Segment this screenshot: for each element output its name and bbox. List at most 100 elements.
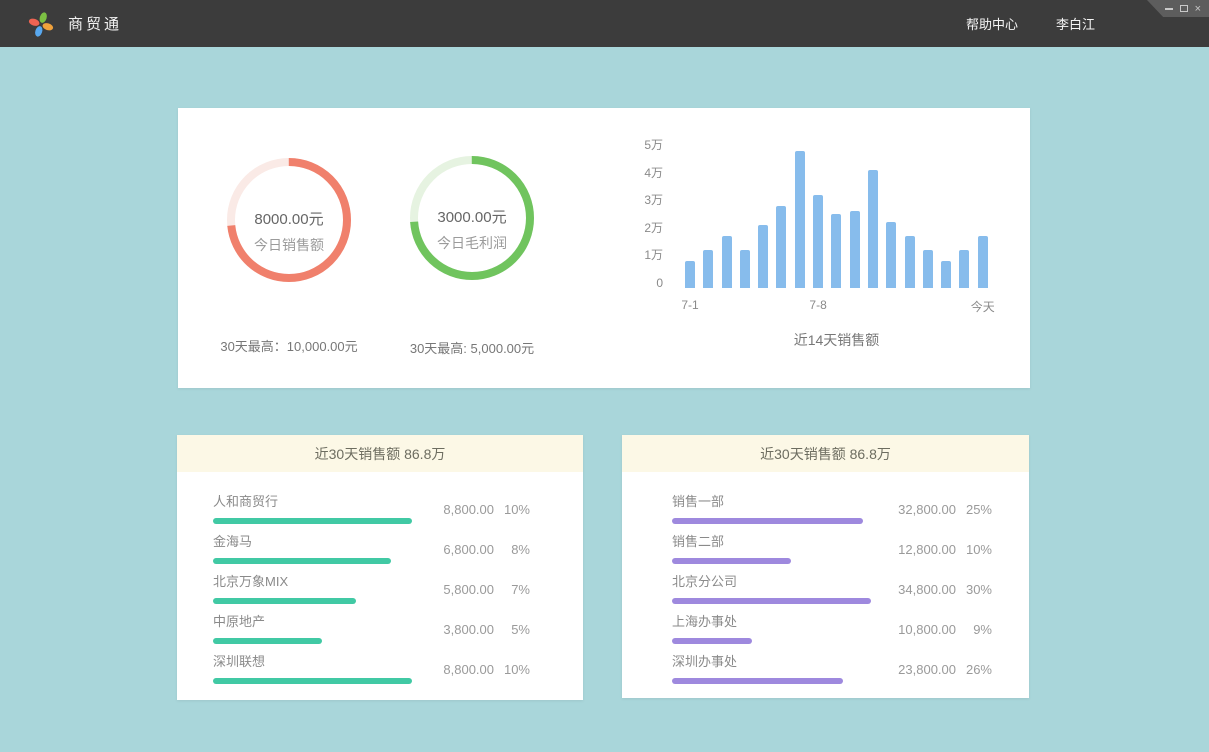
today-profit-value: 3000.00元	[410, 206, 534, 227]
rank-item-bar	[672, 678, 843, 684]
rank-item-values: 34,800.0030%	[884, 582, 992, 597]
rank-item-percent: 9%	[956, 622, 992, 637]
rank-item-amount: 3,800.00	[422, 622, 494, 637]
rank-item-values: 23,800.0026%	[884, 662, 992, 677]
rank-row: 金海马6,800.008%	[213, 530, 583, 570]
today-sales-label: 今日销售额	[227, 235, 351, 255]
rank-item-amount: 8,800.00	[422, 502, 494, 517]
profit-30d-max: 30天最高: 5,000.00元	[410, 338, 534, 357]
titlebar: 商贸通 帮助中心 李白江 ×	[0, 0, 1209, 47]
rank-item-percent: 30%	[956, 582, 992, 597]
rank-item-percent: 5%	[494, 622, 530, 637]
rank-item-amount: 6,800.00	[422, 542, 494, 557]
summary-card: 8000.00元 今日销售额 30天最高：10,000.00元 3000.00元…	[178, 108, 1030, 388]
rank-item-bar	[213, 638, 322, 644]
daily-sales-bar	[941, 261, 951, 288]
daily-sales-bar	[685, 261, 695, 288]
rank-item-bar	[672, 598, 871, 604]
x-axis-label: 7-8	[809, 298, 826, 312]
rank-item-bar	[213, 518, 412, 524]
sales-30d-max: 30天最高：10,000.00元	[220, 336, 357, 355]
daily-sales-bar	[978, 236, 988, 288]
app-logo-pinwheel-icon	[28, 10, 54, 38]
daily-sales-bar	[959, 250, 969, 288]
rank-row: 深圳联想8,800.0010%	[213, 650, 583, 690]
rank-item-percent: 7%	[494, 582, 530, 597]
rank-row: 深圳办事处23,800.0026%	[672, 650, 1029, 690]
rank-body-left: 人和商贸行8,800.0010%金海马6,800.008%北京万象MIX5,80…	[177, 472, 583, 690]
bar-chart-xaxis: 7-17-8今天	[685, 298, 988, 314]
rank-item-values: 3,800.005%	[422, 622, 530, 637]
daily-sales-bar	[776, 206, 786, 288]
x-axis-label: 今天	[971, 298, 995, 315]
rank-item-bar	[672, 518, 863, 524]
rank-item-percent: 8%	[494, 542, 530, 557]
rank-item-bar	[672, 558, 791, 564]
rank-item-bar	[213, 678, 412, 684]
department-sales-card-title: 近30天销售额 86.8万	[622, 435, 1029, 472]
rank-item-values: 6,800.008%	[422, 542, 530, 557]
rank-item-values: 8,800.0010%	[422, 502, 530, 517]
x-axis-label: 7-1	[681, 298, 698, 312]
daily-sales-bar	[868, 170, 878, 288]
y-axis-tick: 3万	[618, 194, 663, 206]
customer-sales-card: 近30天销售额 86.8万 人和商贸行8,800.0010%金海马6,800.0…	[177, 435, 583, 700]
rank-row: 销售二部12,800.0010%	[672, 530, 1029, 570]
rank-item-amount: 23,800.00	[884, 662, 956, 677]
bar-chart-title: 近14天销售额	[685, 330, 988, 350]
rank-item-amount: 10,800.00	[884, 622, 956, 637]
maximize-icon[interactable]	[1180, 5, 1188, 12]
daily-sales-bar	[813, 195, 823, 288]
today-sales-value: 8000.00元	[227, 208, 351, 229]
daily-sales-bar	[905, 236, 915, 288]
rank-item-values: 12,800.0010%	[884, 542, 992, 557]
y-axis-tick: 1万	[618, 249, 663, 261]
daily-sales-bar	[923, 250, 933, 288]
close-icon[interactable]: ×	[1195, 4, 1201, 14]
app-title: 商贸通	[68, 13, 122, 34]
rank-row: 人和商贸行8,800.0010%	[213, 490, 583, 530]
daily-sales-bar	[722, 236, 732, 288]
today-profit-label: 今日毛利润	[410, 233, 534, 253]
rank-row: 北京万象MIX5,800.007%	[213, 570, 583, 610]
rank-item-percent: 10%	[956, 542, 992, 557]
rank-row: 中原地产3,800.005%	[213, 610, 583, 650]
daily-sales-bar	[850, 211, 860, 288]
y-axis-tick: 2万	[618, 222, 663, 234]
rank-item-percent: 10%	[494, 662, 530, 677]
daily-sales-bar	[703, 250, 713, 288]
rank-row: 上海办事处10,800.009%	[672, 610, 1029, 650]
bar-chart-yaxis: 5万 4万 3万 2万 1万 0	[618, 108, 663, 308]
bar-chart-bars	[685, 143, 988, 288]
y-axis-tick: 4万	[618, 167, 663, 179]
rank-item-values: 32,800.0025%	[884, 502, 992, 517]
rank-item-amount: 32,800.00	[884, 502, 956, 517]
rank-item-amount: 34,800.00	[884, 582, 956, 597]
rank-item-bar	[672, 638, 752, 644]
daily-sales-bar	[795, 151, 805, 288]
rank-row: 北京分公司34,800.0030%	[672, 570, 1029, 610]
rank-item-bar	[213, 598, 356, 604]
rank-row: 销售一部32,800.0025%	[672, 490, 1029, 530]
minimize-icon[interactable]	[1165, 8, 1173, 10]
y-axis-tick: 5万	[618, 139, 663, 151]
customer-sales-card-title: 近30天销售额 86.8万	[177, 435, 583, 472]
daily-sales-bar	[758, 225, 768, 288]
rank-item-values: 10,800.009%	[884, 622, 992, 637]
rank-item-amount: 8,800.00	[422, 662, 494, 677]
department-sales-card: 近30天销售额 86.8万 销售一部32,800.0025%销售二部12,800…	[622, 435, 1029, 698]
rank-item-percent: 10%	[494, 502, 530, 517]
daily-sales-bar	[831, 214, 841, 288]
rank-item-percent: 25%	[956, 502, 992, 517]
rank-item-values: 8,800.0010%	[422, 662, 530, 677]
rank-item-amount: 12,800.00	[884, 542, 956, 557]
help-center-link[interactable]: 帮助中心	[966, 14, 1018, 33]
rank-item-amount: 5,800.00	[422, 582, 494, 597]
window-controls: ×	[1147, 0, 1209, 17]
daily-sales-bar	[886, 222, 896, 288]
user-name-menu[interactable]: 李白江	[1056, 14, 1095, 33]
y-axis-tick: 0	[618, 277, 663, 289]
rank-body-right: 销售一部32,800.0025%销售二部12,800.0010%北京分公司34,…	[622, 472, 1029, 690]
rank-item-bar	[213, 558, 391, 564]
rank-item-values: 5,800.007%	[422, 582, 530, 597]
